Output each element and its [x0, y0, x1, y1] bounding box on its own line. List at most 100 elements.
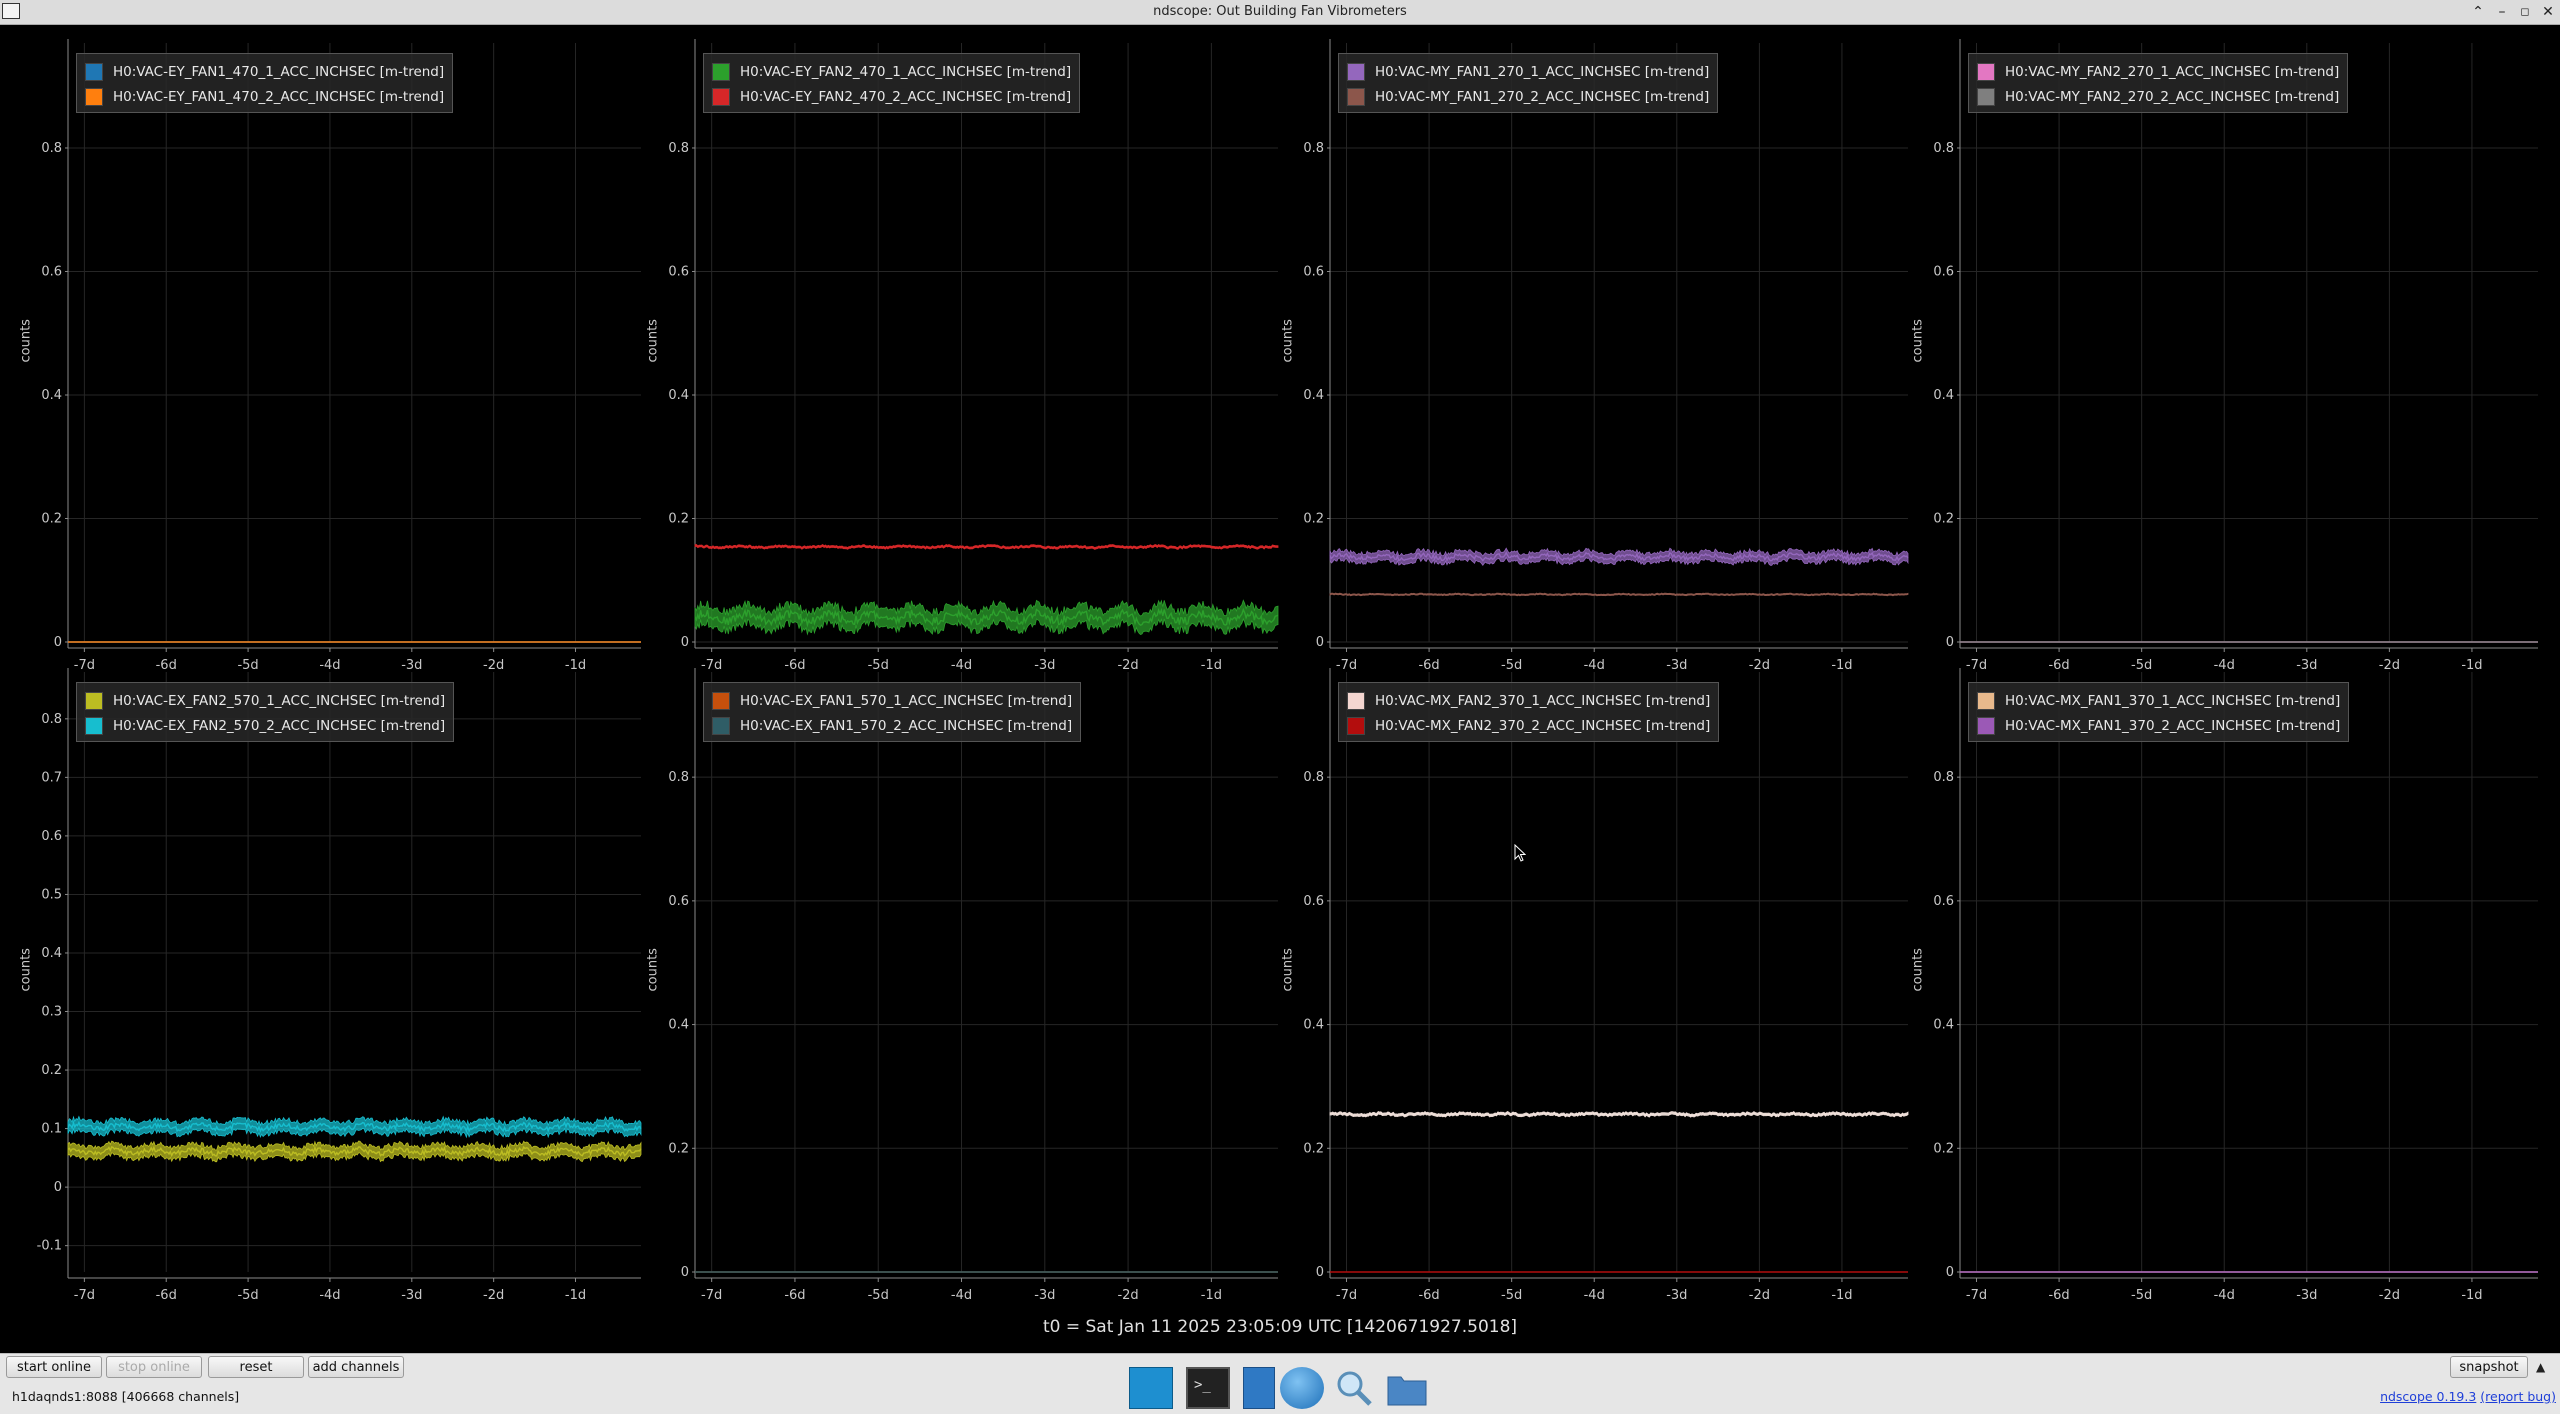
x-tick-label: -3d	[2296, 1288, 2317, 1303]
y-tick-label: 0.2	[668, 511, 689, 526]
legend-item[interactable]: H0:VAC-EY_FAN2_470_1_ACC_INCHSEC [m-tren…	[712, 59, 1071, 84]
plot-legend[interactable]: H0:VAC-MX_FAN2_370_1_ACC_INCHSEC [m-tren…	[1338, 682, 1720, 742]
y-axis-label: counts	[645, 948, 661, 992]
channel-count: [406668 channels]	[121, 1389, 240, 1404]
x-tick-label: -7d	[1966, 1288, 1987, 1303]
expand-arrow-icon[interactable]: ▲	[2536, 1360, 2545, 1374]
minimize-icon[interactable]: –	[2492, 2, 2512, 22]
x-tick-label: -5d	[237, 658, 258, 673]
x-tick-label: -5d	[868, 658, 889, 673]
x-tick-label: -5d	[2131, 1288, 2152, 1303]
legend-swatch	[712, 716, 730, 735]
legend-item[interactable]: H0:VAC-EX_FAN1_570_2_ACC_INCHSEC [m-tren…	[712, 713, 1072, 738]
plot-legend[interactable]: H0:VAC-EY_FAN1_470_1_ACC_INCHSEC [m-tren…	[76, 53, 454, 113]
legend-item[interactable]: H0:VAC-MX_FAN1_370_1_ACC_INCHSEC [m-tren…	[1977, 688, 2340, 713]
trace-p5-2	[67, 1145, 642, 1158]
x-tick-label: -2d	[1117, 1288, 1138, 1303]
plot-legend[interactable]: H0:VAC-MX_FAN1_370_1_ACC_INCHSEC [m-tren…	[1968, 682, 2350, 742]
y-tick-label: 0.6	[1303, 894, 1324, 909]
legend-item[interactable]: H0:VAC-MX_FAN2_370_1_ACC_INCHSEC [m-tren…	[1347, 688, 1710, 713]
y-tick-label: 0.3	[41, 1005, 62, 1020]
legend-item[interactable]: H0:VAC-EX_FAN2_570_2_ACC_INCHSEC [m-tren…	[85, 713, 445, 738]
y-tick-label: 0.6	[41, 829, 62, 844]
close-icon[interactable]: ✕	[2538, 2, 2558, 22]
legend-swatch	[85, 691, 103, 710]
maximize-icon[interactable]: ◻	[2515, 2, 2535, 22]
x-tick-label: -3d	[2296, 658, 2317, 673]
report-bug-link[interactable]: (report bug)	[2480, 1389, 2556, 1404]
legend-label: H0:VAC-EY_FAN2_470_2_ACC_INCHSEC [m-tren…	[740, 88, 1072, 105]
y-tick-label: 0.4	[1933, 1018, 1954, 1033]
y-tick-label: 0.8	[1933, 770, 1954, 785]
legend-swatch	[1347, 62, 1365, 81]
y-axis-label: counts	[1280, 948, 1296, 992]
legend-item[interactable]: H0:VAC-MY_FAN2_270_2_ACC_INCHSEC [m-tren…	[1977, 84, 2339, 109]
trace-p2-1	[694, 607, 1279, 628]
trace-band-p7-1	[1329, 1110, 1909, 1118]
y-tick-label: 0.8	[41, 141, 62, 156]
x-tick-label: -2d	[1117, 658, 1138, 673]
legend-label: H0:VAC-EY_FAN2_470_1_ACC_INCHSEC [m-tren…	[740, 63, 1072, 80]
y-tick-label: 0.4	[668, 388, 689, 403]
y-axis-label: counts	[1910, 948, 1926, 992]
legend-item[interactable]: H0:VAC-EY_FAN2_470_2_ACC_INCHSEC [m-tren…	[712, 84, 1071, 109]
text-editor-icon[interactable]	[1243, 1367, 1275, 1409]
legend-item[interactable]: H0:VAC-EX_FAN1_570_1_ACC_INCHSEC [m-tren…	[712, 688, 1072, 713]
snapshot-button[interactable]: snapshot	[2450, 1356, 2528, 1378]
legend-swatch	[1347, 691, 1365, 710]
x-tick-label: -7d	[74, 658, 95, 673]
legend-label: H0:VAC-EY_FAN1_470_1_ACC_INCHSEC [m-tren…	[113, 63, 445, 80]
y-tick-label: 0.5	[41, 887, 62, 902]
x-tick-label: -5d	[237, 1288, 258, 1303]
plot-legend[interactable]: H0:VAC-MY_FAN1_270_1_ACC_INCHSEC [m-tren…	[1338, 53, 1719, 113]
x-tick-label: -4d	[2214, 1288, 2235, 1303]
folder-icon[interactable]	[1385, 1367, 1429, 1409]
x-tick-label: -2d	[483, 658, 504, 673]
x-tick-label: -6d	[784, 658, 805, 673]
x-tick-label: -7d	[74, 1288, 95, 1303]
y-tick-label: 0.2	[668, 1141, 689, 1156]
y-tick-label: 0.8	[668, 141, 689, 156]
plot-legend[interactable]: H0:VAC-EX_FAN1_570_1_ACC_INCHSEC [m-tren…	[703, 682, 1082, 742]
y-axis-label: counts	[1280, 318, 1296, 362]
stop-online-button[interactable]: stop online	[106, 1356, 202, 1378]
keep-above-icon[interactable]: ⌃	[2468, 2, 2488, 22]
legend-label: H0:VAC-MY_FAN1_270_1_ACC_INCHSEC [m-tren…	[1375, 63, 1710, 80]
y-tick-label: 0.2	[1933, 511, 1954, 526]
legend-item[interactable]: H0:VAC-MY_FAN2_270_1_ACC_INCHSEC [m-tren…	[1977, 59, 2339, 84]
y-tick-label: 0.6	[1933, 264, 1954, 279]
add-channels-button[interactable]: add channels	[308, 1356, 404, 1378]
x-tick-label: -6d	[784, 1288, 805, 1303]
x-tick-label: -1d	[1201, 658, 1222, 673]
plot-legend[interactable]: H0:VAC-EX_FAN2_570_1_ACC_INCHSEC [m-tren…	[76, 682, 455, 742]
x-tick-label: -3d	[1034, 1288, 1055, 1303]
y-tick-label: 0.8	[41, 712, 62, 727]
browser-icon[interactable]	[1280, 1367, 1324, 1409]
x-tick-label: -4d	[1584, 658, 1605, 673]
y-tick-label: 0.6	[1303, 264, 1324, 279]
version-link[interactable]: ndscope 0.19.3	[2380, 1389, 2476, 1404]
plot-legend[interactable]: H0:VAC-EY_FAN2_470_1_ACC_INCHSEC [m-tren…	[703, 53, 1081, 113]
y-axis-label: counts	[18, 948, 34, 992]
search-icon[interactable]	[1332, 1367, 1376, 1409]
legend-item[interactable]: H0:VAC-EX_FAN2_570_1_ACC_INCHSEC [m-tren…	[85, 688, 445, 713]
legend-item[interactable]: H0:VAC-MX_FAN2_370_2_ACC_INCHSEC [m-tren…	[1347, 713, 1710, 738]
x-tick-label: -1d	[565, 658, 586, 673]
y-tick-label: 0.4	[41, 388, 62, 403]
legend-item[interactable]: H0:VAC-MY_FAN1_270_1_ACC_INCHSEC [m-tren…	[1347, 59, 1709, 84]
x-tick-label: -7d	[1336, 1288, 1357, 1303]
start-online-button[interactable]: start online	[6, 1356, 102, 1378]
y-tick-label: 0.8	[1933, 141, 1954, 156]
plot-legend[interactable]: H0:VAC-MY_FAN2_270_1_ACC_INCHSEC [m-tren…	[1968, 53, 2349, 113]
legend-item[interactable]: H0:VAC-MY_FAN1_270_2_ACC_INCHSEC [m-tren…	[1347, 84, 1709, 109]
legend-item[interactable]: H0:VAC-EY_FAN1_470_2_ACC_INCHSEC [m-tren…	[85, 84, 444, 109]
status-text: h1daqnds1:8088 [406668 channels]	[12, 1389, 239, 1404]
x-tick-label: -3d	[1034, 658, 1055, 673]
reset-button[interactable]: reset	[208, 1356, 304, 1378]
desktop-icon[interactable]	[1129, 1367, 1173, 1409]
legend-item[interactable]: H0:VAC-MX_FAN1_370_2_ACC_INCHSEC [m-tren…	[1977, 713, 2340, 738]
legend-swatch	[712, 62, 730, 81]
terminal-icon[interactable]: >_	[1186, 1367, 1230, 1409]
legend-swatch	[1977, 62, 1995, 81]
legend-item[interactable]: H0:VAC-EY_FAN1_470_1_ACC_INCHSEC [m-tren…	[85, 59, 444, 84]
